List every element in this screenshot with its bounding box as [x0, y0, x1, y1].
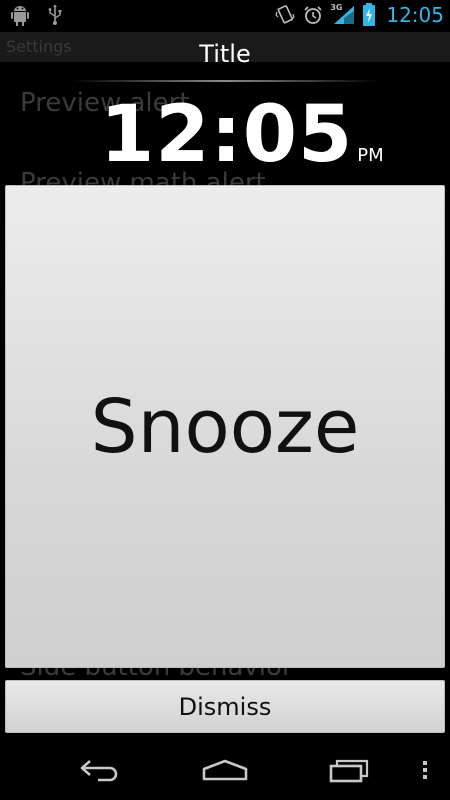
dismiss-label: Dismiss: [178, 692, 272, 721]
clock-ampm: PM: [357, 145, 384, 166]
snooze-label: Snooze: [90, 383, 360, 470]
alarm-icon: [302, 4, 324, 26]
overflow-menu-button[interactable]: [415, 755, 435, 789]
home-icon: [200, 757, 250, 787]
usb-icon: [46, 4, 64, 26]
android-debug-icon: [10, 4, 30, 26]
recent-apps-icon: [327, 756, 373, 788]
home-button[interactable]: [200, 755, 250, 789]
status-time: 12:05: [386, 3, 444, 27]
vibrate-icon: [274, 4, 296, 26]
clock-time: 12:05: [100, 90, 354, 180]
dialog-title: Title: [199, 40, 251, 68]
status-bar: 3G 12:05: [0, 0, 450, 32]
alarm-clock: 12:05 PM: [100, 90, 384, 180]
back-icon: [78, 757, 122, 787]
signal-icon: 3G: [330, 3, 356, 26]
overflow-menu-icon: [422, 760, 428, 784]
title-divider: [70, 80, 380, 82]
recent-apps-button[interactable]: [325, 755, 375, 789]
navigation-bar: [0, 745, 450, 800]
back-button[interactable]: [75, 755, 125, 789]
dismiss-button[interactable]: Dismiss: [5, 680, 445, 733]
battery-charging-icon: [362, 3, 376, 27]
snooze-button[interactable]: Snooze: [5, 185, 445, 668]
